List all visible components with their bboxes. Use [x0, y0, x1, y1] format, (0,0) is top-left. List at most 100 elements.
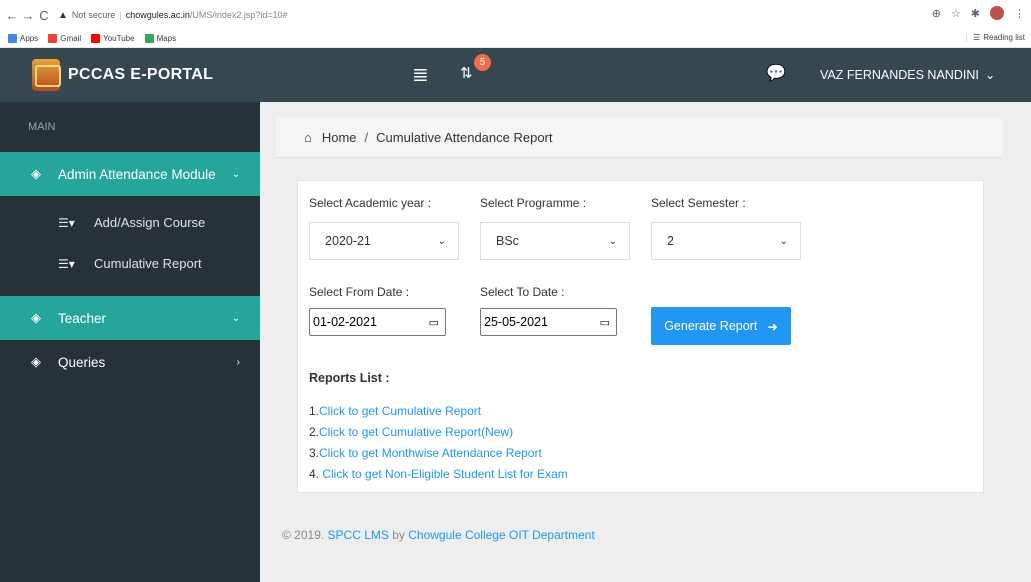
academic-year-value: 2020-21	[325, 234, 371, 248]
address-bar-row: ← → C ▲ Not secure | chowgules.ac.in /UM…	[0, 0, 1031, 30]
bookmark-maps[interactable]: Maps	[144, 34, 177, 43]
sidebar-subitem-cumulative-report[interactable]: ☰▾ Cumulative Report	[0, 243, 260, 284]
sidebar-subitem-add-assign-course[interactable]: ☰▾ Add/Assign Course	[0, 202, 260, 243]
footer-product-link[interactable]: SPCC LMS	[328, 528, 389, 542]
more-menu-icon[interactable]: ⋮	[1014, 7, 1025, 20]
bookmark-label: Maps	[156, 34, 177, 43]
app: PCCAS E-PORTAL ≣ ⇅ 5 💬 VAZ FERNANDES NAN…	[0, 48, 1031, 582]
bookmark-label: Gmail	[60, 34, 82, 43]
report-link-non-eligible[interactable]: Click to get Non-Eligible Student List f…	[322, 467, 567, 481]
report-number: 2.	[309, 425, 320, 439]
chevron-right-icon: ›	[236, 356, 240, 368]
list-dropdown-icon: ☰▾	[58, 256, 75, 271]
breadcrumb-separator: /	[364, 130, 369, 145]
footer-copyright: © 2019.	[282, 528, 328, 542]
apps-grid-icon	[8, 34, 17, 43]
to-date-input[interactable]: 25-05-2021 ▭	[480, 308, 617, 336]
footer-by: by	[388, 528, 409, 542]
bookmark-apps[interactable]: Apps	[8, 34, 38, 43]
bookmark-youtube[interactable]: YouTube	[91, 34, 135, 43]
sidebar-item-teacher[interactable]: ◈ Teacher ⌄	[0, 296, 260, 340]
sync-icon[interactable]: ⇅	[460, 64, 473, 82]
url-path: /UMS/index2.jsp?id=10#	[189, 10, 288, 20]
arrow-right-icon: ➜	[767, 319, 778, 334]
reports-list: 1.Click to get Cumulative Report 2.Click…	[309, 401, 568, 485]
calendar-icon[interactable]: ▭	[600, 316, 610, 329]
report-link-cumulative[interactable]: Click to get Cumulative Report	[319, 404, 481, 418]
to-date-value: 25-05-2021	[484, 315, 548, 329]
forward-arrow-icon[interactable]: →	[20, 5, 36, 25]
sidebar-item-label: Queries	[58, 354, 106, 370]
chevron-down-icon: ⌄	[608, 235, 617, 247]
notification-badge: 5	[474, 54, 491, 71]
back-arrow-icon[interactable]: ←	[4, 5, 20, 25]
to-date-label: Select To Date :	[480, 285, 565, 299]
reading-list-icon: ☰	[973, 33, 981, 42]
bookmark-gmail[interactable]: Gmail	[48, 34, 81, 43]
security-warning: Not secure	[71, 10, 116, 20]
breadcrumb-current: Cumulative Attendance Report	[376, 130, 553, 145]
footer: © 2019. SPCC LMS by Chowgule College OIT…	[282, 528, 595, 542]
browser-chrome: ← → C ▲ Not secure | chowgules.ac.in /UM…	[0, 0, 1031, 48]
report-number: 1.	[309, 404, 320, 418]
report-link-cumulative-new[interactable]: Click to get Cumulative Report(New)	[319, 425, 513, 439]
sidebar-subitem-label: Cumulative Report	[94, 256, 202, 271]
semester-label: Select Semester :	[651, 196, 746, 210]
from-date-label: Select From Date :	[309, 285, 410, 299]
user-menu[interactable]: VAZ FERNANDES NANDINI ⌄	[820, 67, 995, 83]
list-item: 3.Click to get Monthwise Attendance Repo…	[309, 443, 568, 464]
chevron-down-icon: ⌄	[231, 312, 240, 324]
sidebar-submenu: ☰▾ Add/Assign Course ☰▾ Cumulative Repor…	[0, 196, 260, 290]
sidebar-item-label: Admin Attendance Module	[58, 166, 216, 182]
address-separator: |	[119, 10, 122, 20]
sidebar: MAIN ◈ Admin Attendance Module ⌄ ☰▾ Add/…	[0, 102, 260, 582]
main-content: ⌂ Home / Cumulative Attendance Report Se…	[260, 102, 1031, 582]
bookmark-label: Apps	[20, 34, 39, 43]
youtube-icon	[91, 34, 101, 43]
top-navbar: PCCAS E-PORTAL ≣ ⇅ 5 💬 VAZ FERNANDES NAN…	[0, 48, 1031, 102]
footer-org-link[interactable]: Chowgule College OIT Department	[408, 528, 595, 542]
zoom-icon[interactable]: ⊕	[932, 7, 941, 20]
programme-select[interactable]: BSc ⌄	[480, 222, 630, 260]
chat-bubble-icon[interactable]: 💬	[766, 63, 786, 83]
maps-icon	[144, 34, 154, 43]
sidebar-item-admin-attendance[interactable]: ◈ Admin Attendance Module ⌄	[0, 152, 260, 196]
breadcrumb-home[interactable]: Home	[322, 130, 357, 145]
sidebar-subitem-label: Add/Assign Course	[94, 215, 206, 230]
reports-list-title: Reports List :	[309, 371, 390, 385]
semester-select[interactable]: 2 ⌄	[651, 222, 801, 260]
star-icon[interactable]: ☆	[951, 7, 961, 20]
list-dropdown-icon: ☰▾	[58, 215, 75, 230]
programme-value: BSc	[496, 234, 519, 248]
list-item: 1.Click to get Cumulative Report	[309, 401, 568, 422]
bookmarks-bar: Apps Gmail YouTube Maps	[0, 30, 1031, 48]
extensions-icon[interactable]: ✱	[971, 7, 980, 20]
profile-avatar[interactable]	[990, 6, 1004, 20]
calendar-icon[interactable]: ▭	[429, 316, 439, 329]
address-field[interactable]: ▲ Not secure | chowgules.ac.in /UMS/inde…	[58, 10, 288, 21]
home-icon[interactable]: ⌂	[304, 130, 312, 145]
college-logo-icon	[32, 59, 61, 91]
warning-triangle-icon: ▲	[58, 9, 68, 21]
bookmark-label: YouTube	[103, 34, 135, 43]
reading-list-button[interactable]: ☰ Reading list	[966, 33, 1025, 42]
academic-year-select[interactable]: 2020-21 ⌄	[309, 222, 459, 260]
report-number: 4.	[309, 467, 323, 481]
sidebar-item-queries[interactable]: ◈ Queries ›	[0, 340, 260, 384]
sidebar-section-label: MAIN	[28, 121, 56, 133]
generate-report-button[interactable]: Generate Report ➜	[651, 307, 791, 345]
reload-icon[interactable]: C	[36, 5, 52, 25]
layers-icon: ◈	[31, 310, 41, 325]
user-name: VAZ FERNANDES NANDINI	[820, 67, 979, 82]
brand-title: PCCAS E-PORTAL	[68, 66, 214, 83]
from-date-input[interactable]: 01-02-2021 ▭	[309, 308, 446, 336]
report-number: 3.	[309, 446, 320, 460]
chevron-down-icon: ⌄	[437, 235, 446, 247]
sidebar-item-label: Teacher	[58, 310, 107, 326]
brand[interactable]: PCCAS E-PORTAL	[0, 48, 260, 102]
chevron-down-icon: ⌄	[779, 235, 788, 247]
report-link-monthwise[interactable]: Click to get Monthwise Attendance Report	[319, 446, 542, 460]
browser-actions: ⊕ ☆ ✱ ⋮	[932, 6, 1025, 20]
list-item: 4. Click to get Non-Eligible Student Lis…	[309, 464, 568, 485]
menu-toggle-icon[interactable]: ≣	[412, 62, 429, 87]
